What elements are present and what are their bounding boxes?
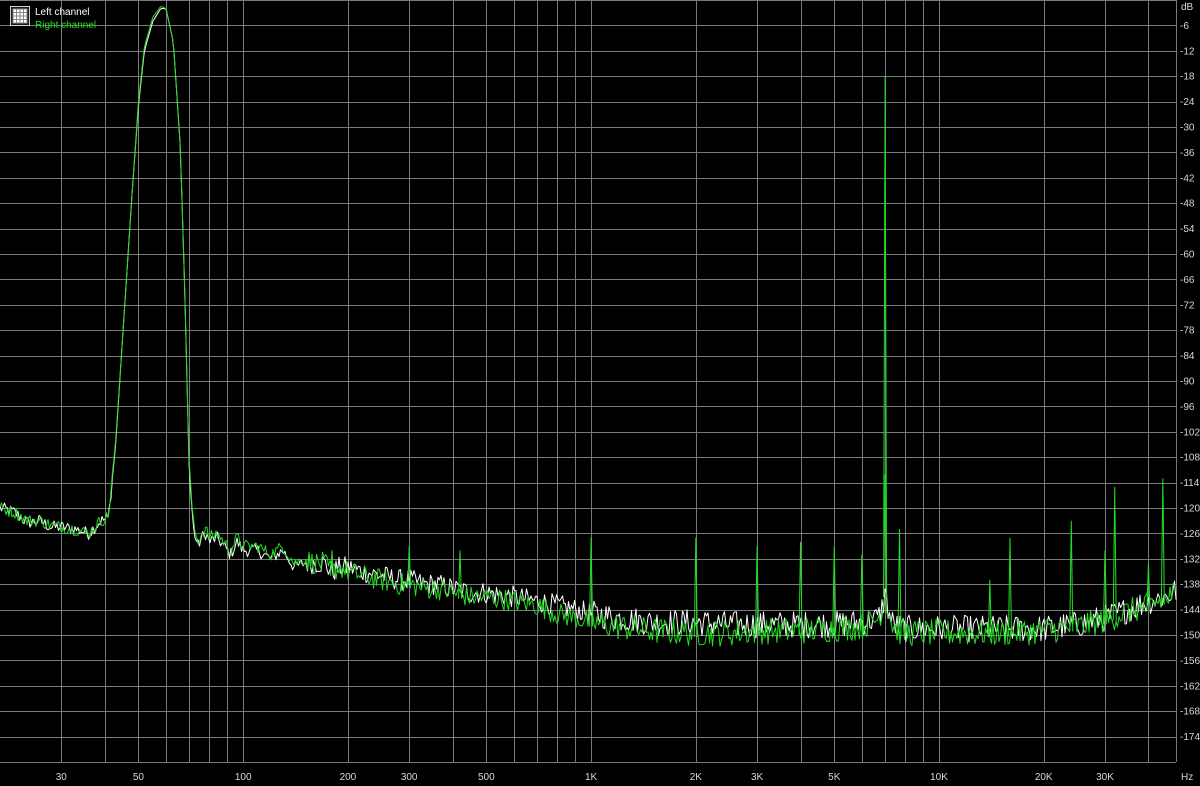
y-tick-label: -24 [1180, 97, 1195, 108]
y-tick-label: -156 [1180, 656, 1200, 667]
x-tick-label: 100 [235, 772, 252, 783]
y-tick-label: -114 [1180, 478, 1200, 489]
x-tick-label: 1K [585, 772, 598, 783]
y-tick-label: -102 [1180, 427, 1200, 438]
x-tick-label: 3K [751, 772, 764, 783]
y-tick-label: -48 [1180, 199, 1195, 210]
y-tick-label: -144 [1180, 605, 1200, 616]
y-tick-label: -96 [1180, 402, 1195, 413]
x-tick-label: 2K [690, 772, 703, 783]
x-tick-label: 500 [478, 772, 495, 783]
y-tick-label: -84 [1180, 351, 1195, 362]
y-tick-label: -30 [1180, 123, 1195, 134]
plot-background [0, 0, 1200, 786]
y-tick-label: -12 [1180, 46, 1195, 57]
legend-right-channel: Right channel [35, 20, 97, 31]
y-tick-label: -90 [1180, 377, 1195, 388]
x-axis-label: Hz [1181, 772, 1193, 783]
y-tick-label: -42 [1180, 173, 1195, 184]
y-tick-label: -174 [1180, 732, 1200, 743]
x-tick-label: 200 [340, 772, 357, 783]
y-tick-label: -66 [1180, 275, 1195, 286]
y-tick-label: -36 [1180, 148, 1195, 159]
legend-left-channel: Left channel [35, 7, 90, 18]
x-tick-label: 10K [930, 772, 948, 783]
x-tick-label: 30K [1096, 772, 1114, 783]
y-tick-label: -54 [1180, 224, 1195, 235]
x-tick-label: 30 [56, 772, 68, 783]
y-tick-label: -138 [1180, 580, 1200, 591]
y-tick-label: -18 [1180, 72, 1195, 83]
y-tick-label: -132 [1180, 554, 1200, 565]
x-tick-label: 5K [828, 772, 841, 783]
y-tick-label: -150 [1180, 631, 1200, 642]
y-tick-label: -120 [1180, 504, 1200, 515]
y-tick-label: -72 [1180, 300, 1195, 311]
y-tick-label: -6 [1180, 21, 1189, 32]
y-tick-label: -108 [1180, 453, 1200, 464]
y-axis-label: dB [1181, 2, 1194, 13]
spectrum-chart: -6 -12 -18 -24 -30 -36 -42 -48 -54 -60 -66 -72 -78 -8… [0, 0, 1200, 786]
x-tick-label: 300 [401, 772, 418, 783]
y-tick-label: -162 [1180, 681, 1200, 692]
y-tick-label: -168 [1180, 707, 1200, 718]
y-tick-label: -126 [1180, 529, 1200, 540]
legend: Left channel Right channel [10, 6, 96, 32]
x-tick-label: 20K [1035, 772, 1053, 783]
y-tick-label: -60 [1180, 250, 1195, 261]
x-tick-label: 50 [133, 772, 145, 783]
y-tick-label: -78 [1180, 326, 1195, 337]
grid-legend-icon[interactable] [10, 6, 30, 26]
